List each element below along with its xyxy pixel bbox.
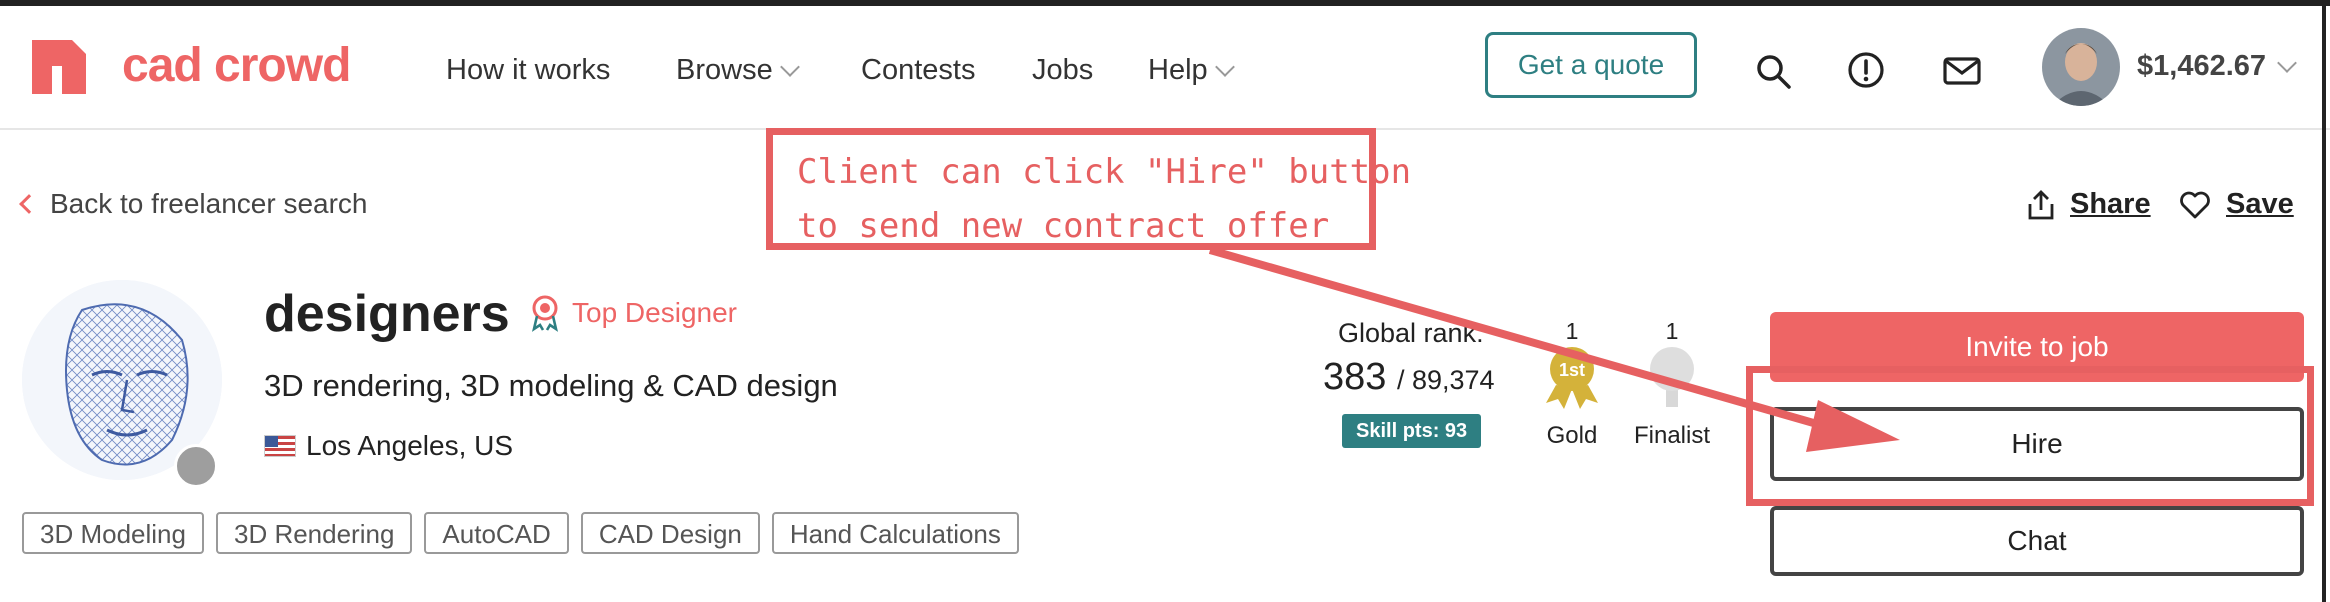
callout-line: to send new contract offer (797, 206, 1330, 246)
callout-line: Client can click "Hire" button (797, 152, 1412, 192)
annotation-callout: Client can click "Hire" button to send n… (766, 128, 1412, 250)
annotation-arrow (1208, 246, 1900, 452)
